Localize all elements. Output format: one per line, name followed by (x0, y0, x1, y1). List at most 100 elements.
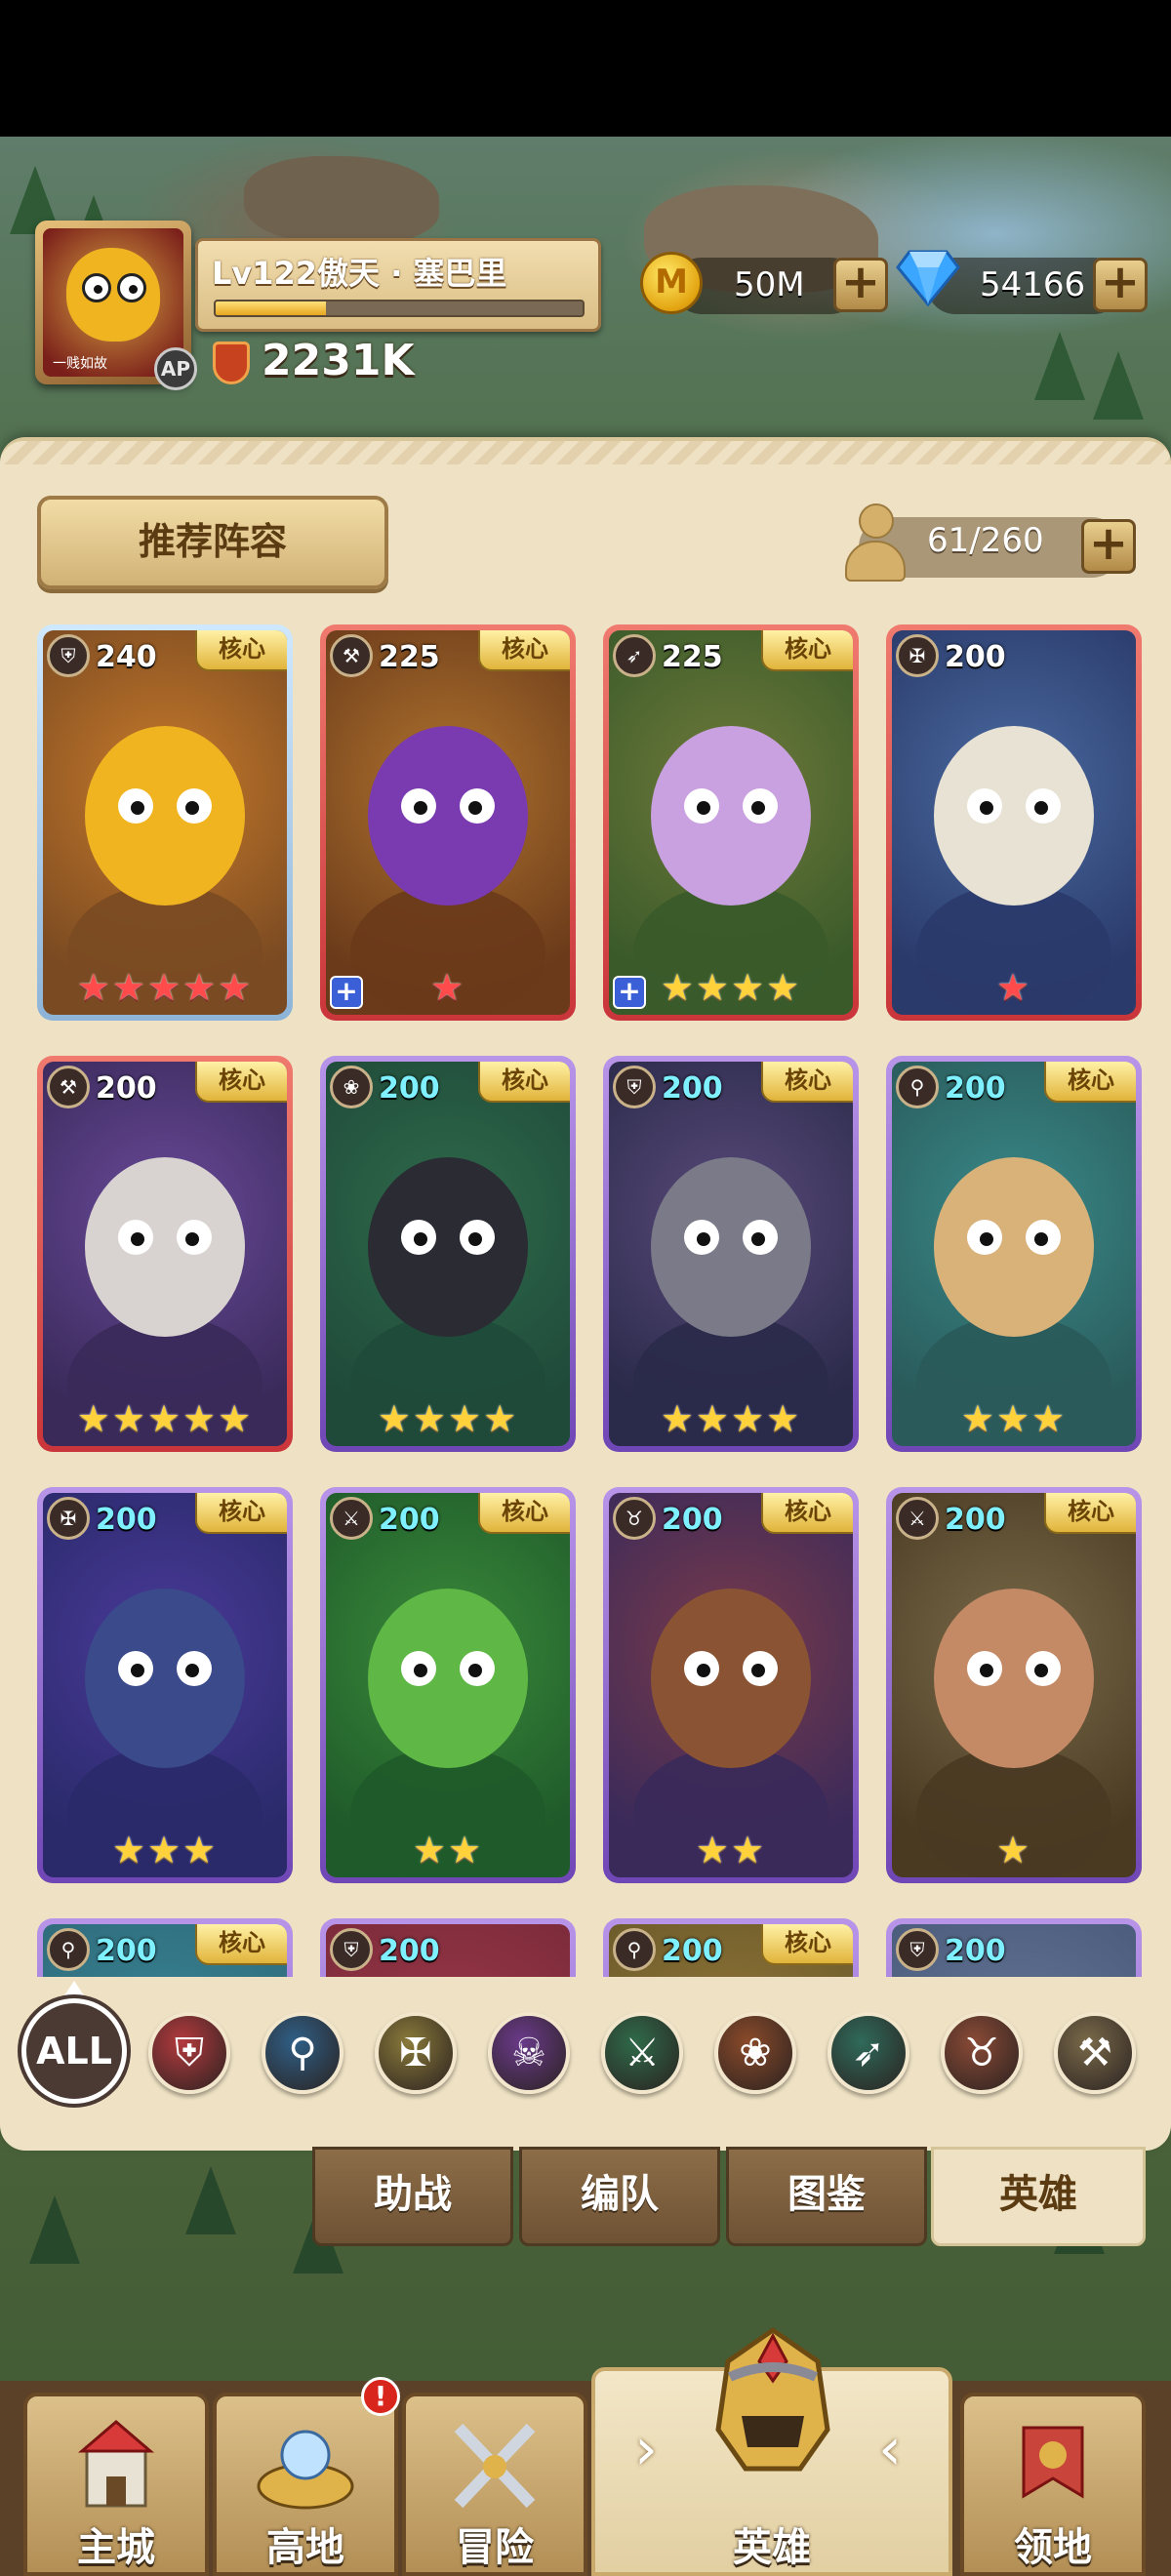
nav-item-0[interactable]: 主城 (23, 2393, 209, 2576)
hero-stars: ★ (892, 1829, 1136, 1872)
tab-3[interactable]: 英雄 (931, 2147, 1146, 2246)
hero-card-inner: ⛨ 200 (892, 1924, 1136, 1977)
star-icon: ★ (731, 966, 767, 1009)
filter-blade-icon[interactable]: ⚔ (601, 2012, 683, 2094)
star-icon: ★ (766, 1397, 802, 1440)
hero-card[interactable]: ➶ 225 核心 ★★★★ + (603, 624, 859, 1021)
star-icon: ★ (995, 966, 1032, 1009)
filter-beast-icon[interactable]: ♉ (941, 2012, 1023, 2094)
hero-card[interactable]: ⚒ 200 核心 ★★★★★ (37, 1056, 293, 1452)
banner-icon (999, 2418, 1107, 2516)
expand-capacity-button[interactable]: + (1081, 519, 1136, 574)
filter-hammer-icon[interactable]: ⚒ (1054, 2012, 1136, 2094)
class-filter-row: ⛨ ⚲ ✠ ☠ ⚔ ❀ ➶ ♉ ⚒ (0, 2000, 1171, 2117)
hero-card[interactable]: ⚲ 200 核心 (603, 1918, 859, 1977)
hero-card[interactable]: ⚒ 225 核心 ★ + (320, 624, 576, 1021)
tree (1093, 351, 1144, 420)
game-screen: 一贱如故 AP Lv122傲天 · 塞巴里 2231K M 50M + 5416… (0, 0, 1171, 2576)
bow-icon: ➶ (613, 634, 656, 677)
tab-1[interactable]: 编队 (519, 2147, 720, 2246)
hero-level: 200 (379, 1934, 440, 1968)
hero-card-inner: ⛨ 240 核心 ★★★★★ (43, 630, 287, 1015)
hero-level: 240 (96, 640, 157, 674)
nav-item-2[interactable]: 冒险 (402, 2393, 587, 2576)
core-tag: 核心 (478, 1062, 570, 1103)
star-icon: ★ (111, 1829, 147, 1872)
hero-grid: ⛨ 240 核心 ★★★★★ ⚒ 225 核心 ★ + ➶ 225 核心 ★★★★ + ✠ 200 ★ ⚒ 200 核… (0, 615, 1171, 1977)
hammer-icon: ⚒ (47, 1066, 90, 1108)
hero-card[interactable]: ✠ 200 ★ (886, 624, 1142, 1021)
filter-bow-icon[interactable]: ➶ (828, 2012, 909, 2094)
star-icon: ★ (182, 966, 219, 1009)
hero-level: 200 (662, 1071, 723, 1106)
tab-0[interactable]: 助战 (312, 2147, 513, 2246)
star-icon: ★ (960, 1397, 996, 1440)
add-gold-button[interactable]: + (833, 258, 888, 312)
nav-item-1[interactable]: 高地 (213, 2393, 398, 2576)
hero-card-inner: ⚲ 200 核心 ★★★ (892, 1062, 1136, 1446)
player-name: Lv122傲天 · 塞巴里 (212, 255, 507, 292)
hero-portrait (892, 630, 1136, 1015)
star-icon: ★ (218, 1397, 254, 1440)
hero-card[interactable]: ❀ 200 核心 ★★★★ (320, 1056, 576, 1452)
star-icon: ★ (483, 1397, 519, 1440)
star-icon: ★ (695, 1829, 731, 1872)
hero-card-inner: ⚲ 200 核心 (609, 1924, 853, 1977)
hero-stars: ★★★★ (326, 1397, 570, 1440)
hero-level: 225 (662, 640, 723, 674)
gold-amount: 50M (734, 265, 805, 304)
star-icon: ★ (660, 966, 696, 1009)
star-icon: ★ (1031, 1397, 1068, 1440)
hero-portrait (43, 1062, 287, 1446)
hero-card[interactable]: ⚲ 200 核心 ★★★ (886, 1056, 1142, 1452)
hero-card[interactable]: ⛨ 200 (320, 1918, 576, 1977)
hero-level: 200 (379, 1071, 440, 1106)
hero-stars: ★★★★ (609, 1397, 853, 1440)
nav-item-4[interactable]: 领地 (960, 2393, 1146, 2576)
hero-portrait (892, 1493, 1136, 1877)
star-icon: ★ (218, 966, 254, 1009)
hero-card[interactable]: ⚔ 200 核心 ★ (886, 1487, 1142, 1883)
hero-card[interactable]: ⛨ 240 核心 ★★★★★ (37, 624, 293, 1021)
core-tag: 核心 (761, 1493, 853, 1534)
hero-card[interactable]: ⚲ 200 核心 (37, 1918, 293, 1977)
hero-card-inner: ❀ 200 核心 ★★★★ (326, 1062, 570, 1446)
hero-portrait (609, 1493, 853, 1877)
filter-shield-icon[interactable]: ⛨ (148, 2012, 230, 2094)
filter-paw-icon[interactable]: ❀ (714, 2012, 796, 2094)
star-icon: ★ (146, 1829, 183, 1872)
holy-icon: ✠ (896, 634, 939, 677)
hero-card[interactable]: ⛨ 200 核心 ★★★★ (603, 1056, 859, 1452)
hero-card-inner: ⛨ 200 (326, 1924, 570, 1977)
star-icon: ★ (412, 1397, 448, 1440)
hero-portrait (609, 1062, 853, 1446)
filter-holy-icon[interactable]: ✠ (375, 2012, 457, 2094)
tab-2[interactable]: 图鉴 (726, 2147, 927, 2246)
hero-card[interactable]: ✠ 200 核心 ★★★ (37, 1487, 293, 1883)
add-gems-button[interactable]: + (1093, 258, 1148, 312)
hero-card[interactable]: ⛨ 200 (886, 1918, 1142, 1977)
player-avatar[interactable]: 一贱如故 AP (35, 221, 197, 390)
xp-bar-fill (216, 302, 326, 315)
hero-card[interactable]: ♉ 200 核心 ★★ (603, 1487, 859, 1883)
star-icon: ★ (695, 966, 731, 1009)
filter-staff-icon[interactable]: ⚲ (262, 2012, 343, 2094)
star-icon: ★ (76, 966, 112, 1009)
star-icon: ★ (146, 1397, 183, 1440)
core-tag: 核心 (1044, 1493, 1136, 1534)
core-tag: 核心 (195, 1493, 287, 1534)
hero-portrait (609, 630, 853, 1015)
hero-card-inner: ✠ 200 ★ (892, 630, 1136, 1015)
star-icon: ★ (146, 966, 183, 1009)
recommended-lineup-button[interactable]: 推荐阵容 (37, 496, 388, 589)
core-tag: 核心 (478, 630, 570, 671)
nav-arrow-left-icon: ‹ (878, 2415, 902, 2483)
hero-card[interactable]: ⚔ 200 核心 ★★ (320, 1487, 576, 1883)
star-icon: ★ (182, 1829, 219, 1872)
staff-icon: ⚲ (613, 1928, 656, 1971)
filter-skull-icon[interactable]: ☠ (488, 2012, 570, 2094)
nav-label: 冒险 (456, 2525, 534, 2570)
hero-stars: ★★★ (43, 1829, 287, 1872)
star-icon: ★ (660, 1397, 696, 1440)
hero-stars: ★★★★★ (43, 966, 287, 1009)
